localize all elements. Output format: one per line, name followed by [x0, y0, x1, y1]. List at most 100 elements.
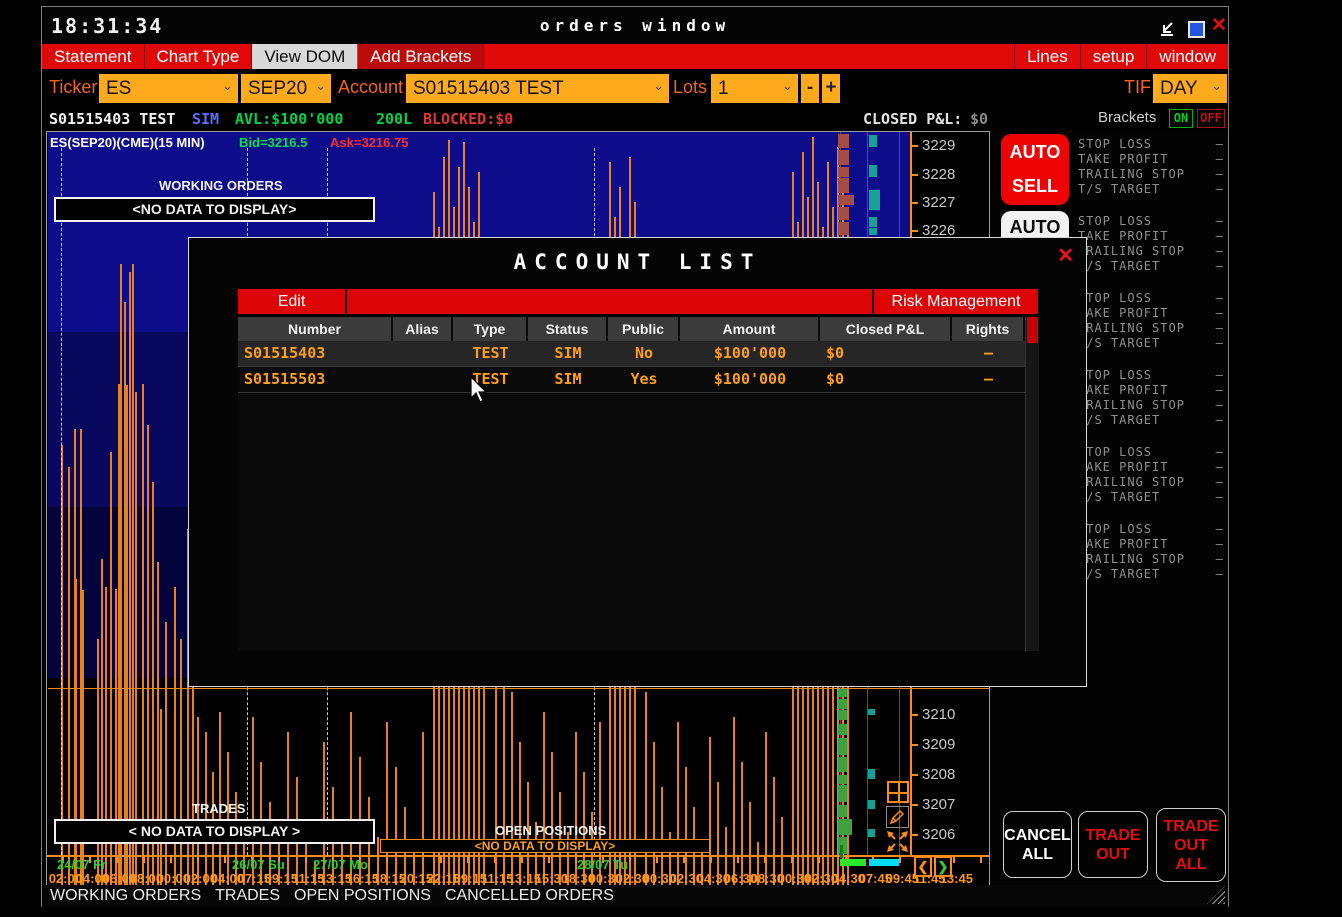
tif-value: DAY [1160, 78, 1198, 99]
table-row[interactable]: S01515503TESTSIMYes$100'000$0– [238, 367, 1025, 393]
tab-working-orders[interactable]: WORKING ORDERS [50, 887, 201, 905]
bracket-value: – [1216, 321, 1224, 335]
ticker-select[interactable]: ES ⌄ [99, 74, 238, 103]
volume-bar [551, 752, 553, 885]
cell-type: TEST [453, 341, 528, 366]
tab-cancelled-orders[interactable]: CANCELLED ORDERS [445, 887, 614, 905]
menu-item-statement[interactable]: Statement [42, 44, 145, 69]
trades-label: TRADES [192, 801, 245, 816]
menu-item-window[interactable]: window [1146, 44, 1228, 69]
edit-button[interactable]: Edit [238, 289, 347, 314]
price-tick [910, 804, 918, 806]
lots-plus-button[interactable]: + [822, 74, 840, 103]
chevron-down-icon: ⌄ [1211, 71, 1222, 100]
volume-bar [142, 384, 144, 885]
date-label: 27/07 Mo [313, 857, 368, 872]
button-line: OUT [1079, 845, 1147, 864]
bracket-row-take-profit: TAKE PROFIT– [1078, 460, 1226, 474]
column-header-status[interactable]: Status [528, 317, 608, 341]
bracket-row-t-s-target: T/S TARGET– [1078, 259, 1226, 273]
price-label: 3206 [922, 826, 955, 843]
price-separator-line [48, 688, 989, 689]
cancel-all-button[interactable]: CANCELALL [1003, 811, 1072, 878]
auto-sell-button[interactable]: AUTO SELL [1001, 134, 1069, 205]
bracket-value: – [1216, 567, 1224, 581]
minimize-icon[interactable] [1158, 22, 1175, 42]
gridline [61, 148, 62, 855]
dom-cell-buy [838, 689, 847, 697]
button-line: TRADE [1157, 817, 1225, 836]
time-tick [791, 857, 793, 863]
chart-symbol: ES(SEP20)(CME)(15 MIN) [50, 135, 205, 150]
risk-management-button[interactable]: Risk Management [872, 289, 1038, 314]
volume-bar [165, 622, 167, 885]
trade-out-button[interactable]: TRADEOUT [1078, 811, 1148, 878]
column-header-public[interactable]: Public [608, 317, 680, 341]
bracket-row-stop-loss: STOP LOSS– [1078, 522, 1226, 536]
column-header-amount[interactable]: Amount [680, 317, 820, 341]
volume-bar [129, 272, 131, 885]
bracket-row-t-s-target: T/S TARGET– [1078, 182, 1226, 196]
brackets-on-button[interactable]: ON [1169, 109, 1193, 128]
bracket-value: – [1216, 291, 1224, 305]
scroll-left-button[interactable]: ❮ [914, 856, 932, 877]
bracket-row-t-s-target: T/S TARGET– [1078, 413, 1226, 427]
expand-arrows-icon[interactable] [885, 829, 910, 854]
bracket-value: – [1216, 537, 1224, 551]
tab-open-positions[interactable]: OPEN POSITIONS [294, 887, 431, 905]
lots-minus-button[interactable]: - [801, 74, 819, 103]
time-tick [656, 857, 658, 863]
grid-view-icon[interactable] [887, 781, 909, 803]
close-icon[interactable]: ✕ [1057, 243, 1074, 268]
brackets-off-button[interactable]: OFF [1197, 109, 1225, 128]
bracket-row-trailing-stop: TRAILING STOP– [1078, 398, 1226, 412]
menu-item-setup[interactable]: setup [1080, 44, 1147, 69]
table-row[interactable]: S01515403TESTSIMNo$100'000$0– [238, 341, 1025, 367]
chart-bid: Bid=3216.5 [239, 135, 307, 150]
account-select[interactable]: S01515403 TEST ⌄ [406, 74, 669, 103]
trade-out-all-button[interactable]: TRADEOUTALL [1156, 808, 1226, 882]
expiry-select[interactable]: SEP20 ⌄ [241, 74, 331, 103]
bracket-row-trailing-stop: TRAILING STOP– [1078, 475, 1226, 489]
dom-cell-ask [838, 167, 849, 177]
maximize-icon[interactable] [1188, 21, 1205, 38]
dom-cell-buy [838, 819, 852, 835]
time-tick [764, 857, 766, 863]
price-tick [910, 145, 918, 147]
scrollbar-thumb[interactable] [1027, 317, 1038, 343]
lots-select[interactable]: 1 ⌄ [711, 74, 798, 103]
title-bar[interactable]: 18:31:34 orders window ✕ [42, 7, 1228, 44]
column-header-type[interactable]: Type [453, 317, 528, 341]
lots-label: Lots [673, 77, 707, 98]
table-scrollbar[interactable] [1025, 317, 1039, 651]
draw-pencil-icon[interactable] [886, 806, 909, 828]
close-icon[interactable]: ✕ [1211, 18, 1227, 34]
bracket-row-take-profit: TAKE PROFIT– [1078, 383, 1226, 397]
dom-cell-bid-top [869, 217, 877, 227]
chevron-down-icon: ⌄ [315, 71, 326, 100]
bracket-row-t-s-target: T/S TARGET– [1078, 336, 1226, 350]
auto-sell-line2: SELL [1001, 176, 1069, 197]
scroll-right-button[interactable]: ❯ [934, 856, 952, 877]
menu-item-view-dom[interactable]: View DOM [252, 44, 358, 69]
bottom-tab-bar: WORKING ORDERS TRADES OPEN POSITIONS CANCEL… [42, 885, 1228, 907]
tab-trades[interactable]: TRADES [215, 887, 280, 905]
price-tick [910, 202, 918, 204]
dom-cell-ask [838, 222, 849, 235]
dom-cell-bid-top [869, 165, 877, 177]
tif-select[interactable]: DAY ⌄ [1153, 74, 1227, 103]
column-header-number[interactable]: Number [238, 317, 393, 341]
volume-bar [132, 264, 134, 885]
chevron-down-icon: ⌄ [782, 71, 793, 100]
volume-bar [135, 392, 137, 885]
column-header-alias[interactable]: Alias [393, 317, 453, 341]
menu-item-chart-type[interactable]: Chart Type [145, 44, 253, 69]
bracket-value: – [1216, 383, 1224, 397]
column-header-closed-p-l[interactable]: Closed P&L [820, 317, 952, 341]
menu-item-lines[interactable]: Lines [1014, 44, 1080, 69]
menu-item-add-brackets[interactable]: Add Brackets [358, 44, 484, 69]
bracket-row-trailing-stop: TRAILING STOP– [1078, 552, 1226, 566]
column-header-rights[interactable]: Rights [952, 317, 1025, 341]
time-tick [440, 857, 442, 863]
bracket-value: – [1216, 229, 1224, 243]
